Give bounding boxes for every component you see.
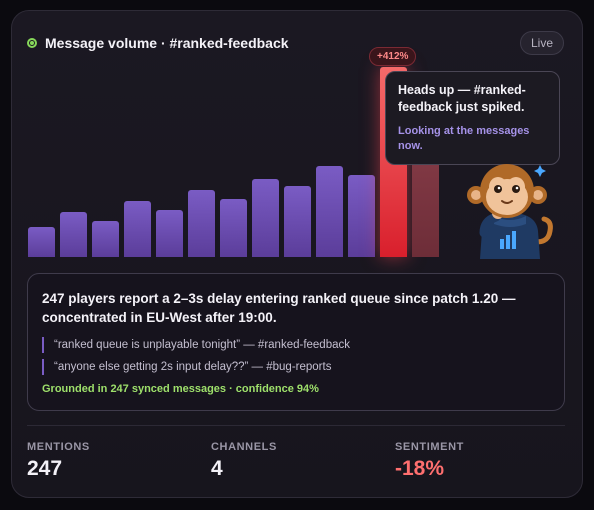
bar[interactable] [92,221,119,257]
insight-panel: 247 players report a 2–3s delay entering… [27,273,565,411]
monkey-mascot-icon [467,164,553,259]
spike-alert-tooltip: Heads up — #ranked-feedback just spiked.… [385,71,560,165]
stat-value: 4 [211,457,223,480]
stat-label: CHANNELS [211,441,277,453]
bar[interactable] [220,199,247,257]
divider [27,425,565,426]
bar[interactable] [284,186,311,257]
stat-value: 247 [27,457,63,480]
quote-list: “ranked queue is unplayable tonight” — #… [42,337,550,375]
bar[interactable] [156,210,183,257]
live-badge[interactable]: Live [519,31,564,55]
bar[interactable] [188,190,215,257]
quote-item: “anyone else getting 2s input delay??” —… [42,359,550,375]
tooltip-message: Heads up — #ranked-feedback just spiked. [398,83,526,114]
bar[interactable] [124,201,151,257]
insight-headline: 247 players report a 2–3s delay entering… [42,291,516,325]
stat-value: -18% [395,457,445,480]
stat-label: SENTIMENT [395,441,464,453]
stat-sentiment: SENTIMENT -18% [395,441,464,481]
stat-mentions: MENTIONS 247 [27,441,90,481]
grounding-note: Grounded in 247 synced messages · confid… [42,383,319,395]
message-volume-card: Message volume · #ranked-feedback Live +… [11,10,583,498]
bar[interactable] [348,175,375,257]
spike-percent-badge: +412% [369,47,417,66]
bar[interactable] [28,227,55,257]
bar[interactable] [252,179,279,257]
tooltip-status: Looking at the messages now. [398,125,530,152]
bar[interactable] [316,166,343,257]
stat-channels: CHANNELS 4 [211,441,277,481]
stat-label: MENTIONS [27,441,90,453]
quote-item: “ranked queue is unplayable tonight” — #… [42,337,550,353]
bar[interactable] [60,212,87,257]
